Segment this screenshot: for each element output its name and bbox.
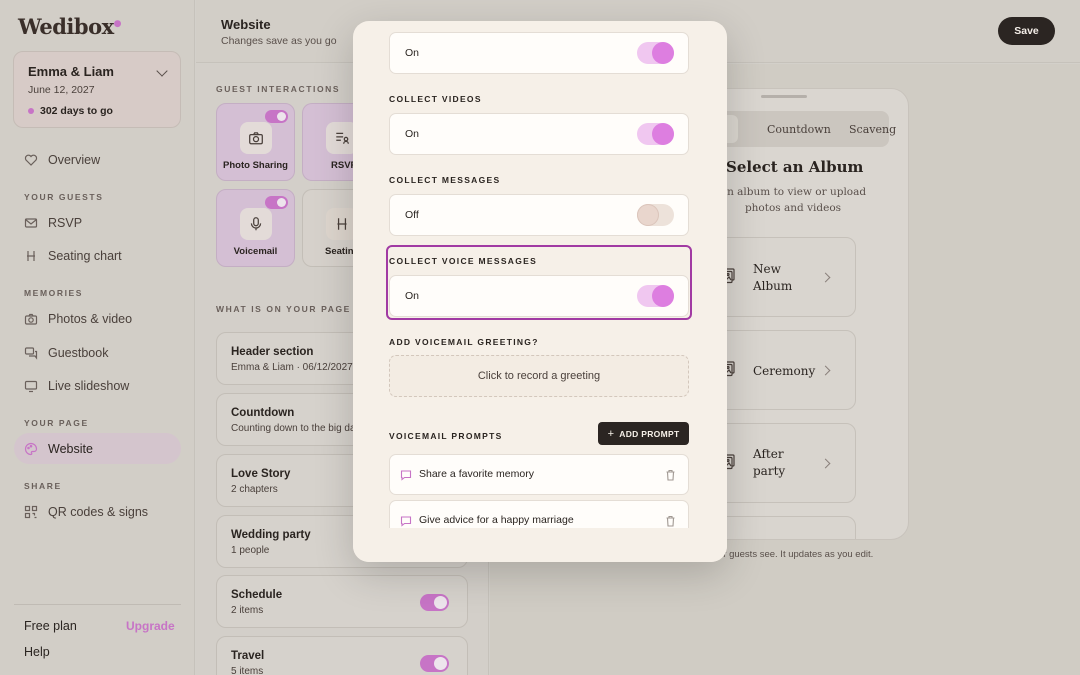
album-name: After party [753,447,786,478]
album-name: Ceremony [753,364,816,378]
card-subtitle: 5 items [231,666,264,675]
row-value: On [405,47,420,59]
section-toggle[interactable] [420,655,449,672]
row-value: Off [405,209,419,221]
collect-messages-label: COLLECT MESSAGES [389,175,501,185]
collect-videos-label: COLLECT VIDEOS [389,94,482,104]
sidebar: Wedibox● Emma & Liam June 12, 2027 302 d… [0,0,195,675]
chair-icon [24,249,38,263]
preview-caption: ur guests see. It updates as you edit. [718,549,874,560]
save-button[interactable]: Save [998,17,1055,45]
page-subtitle: Changes save as you go [221,35,337,47]
sidebar-item-label: RSVP [48,215,83,230]
section-card-travel[interactable]: Travel 5 items [216,636,468,675]
voicemail-settings-modal: On COLLECT VIDEOS On COLLECT MESSAGES Of… [353,21,727,562]
heart-icon [24,153,38,167]
sidebar-item-label: Live slideshow [48,378,130,393]
microphone-icon [240,208,272,240]
card-subtitle: 2 items [231,605,264,616]
sidebar-item-guestbook[interactable]: Guestbook [14,337,181,368]
chevron-right-icon [820,365,831,376]
sidebar-item-label: Overview [48,152,101,167]
status-dot [28,108,34,114]
sidebar-item-rsvp[interactable]: RSVP [14,207,181,238]
phone-tab-countdown[interactable]: Countdown [767,123,831,136]
collect-voice-row[interactable]: On [389,275,689,317]
collect-photos-row[interactable]: On [389,32,689,74]
greeting-label: ADD VOICEMAIL GREETING? [389,337,539,347]
collect-videos-row[interactable]: On [389,113,689,155]
modal-bottom-padding [353,528,727,562]
tile-toggle[interactable] [265,110,288,123]
event-date: June 12, 2027 [28,84,95,96]
album-name: New Album [753,262,793,293]
phone-notch [761,95,807,98]
prompt-text: Give advice for a happy marriage [419,514,574,526]
sidebar-item-label: Photos & video [48,311,133,326]
help-link[interactable]: Help [24,645,50,659]
camera-icon [24,312,38,326]
message-icon [400,468,412,486]
event-switcher[interactable]: Emma & Liam June 12, 2027 302 days to go [13,51,181,128]
prompt-row[interactable]: Share a favorite memory [389,454,689,495]
row-value: On [405,128,420,140]
record-greeting-button[interactable]: Click to record a greeting [389,355,689,397]
phone-tab-bar: red Countdown Scaveng [701,111,896,147]
tile-toggle[interactable] [265,196,288,209]
upgrade-link[interactable]: Upgrade [126,619,175,633]
sidebar-item-label: QR codes & signs [48,504,149,519]
camera-icon [240,122,272,154]
sidebar-item-live-slideshow[interactable]: Live slideshow [14,370,181,401]
sidebar-item-qr-codes[interactable]: QR codes & signs [14,496,181,527]
monitor-icon [24,379,38,393]
guest-interactions-label: GUEST INTERACTIONS [216,84,341,94]
phone-tab-scavenger[interactable]: Scaveng [849,123,896,136]
sidebar-item-label: Website [48,441,93,456]
phone-heading: Select an Album [726,158,864,176]
trash-icon[interactable] [665,468,676,486]
app-logo[interactable]: Wedibox● [18,14,121,39]
qr-code-icon [24,505,38,519]
chat-bubbles-icon [24,346,38,360]
tile-photo-sharing[interactable]: Photo Sharing [216,103,295,181]
sidebar-item-label: Guestbook [48,345,109,360]
palette-icon [24,442,38,456]
on-page-label: WHAT IS ON YOUR PAGE [216,304,351,314]
collect-voice-label: COLLECT VOICE MESSAGES [389,256,538,266]
sidebar-item-seating-chart[interactable]: Seating chart [14,240,181,271]
add-prompt-button[interactable]: + ADD PROMPT [598,422,689,445]
collect-messages-toggle[interactable] [637,204,674,226]
collect-voice-toggle[interactable] [637,285,674,307]
section-card-schedule[interactable]: Schedule 2 items [216,575,468,628]
sidebar-item-photos-video[interactable]: Photos & video [14,303,181,334]
plan-label: Free plan [24,619,77,633]
section-toggle[interactable] [420,594,449,611]
collect-videos-toggle[interactable] [637,123,674,145]
nav-section-memories: MEMORIES [24,288,84,298]
divider [14,604,181,605]
nav-section-share: SHARE [24,481,62,491]
sidebar-item-overview[interactable]: Overview [14,144,181,175]
envelope-icon [24,216,38,230]
collect-photos-toggle[interactable] [637,42,674,64]
tile-label: Photo Sharing [223,160,288,171]
event-countdown: 302 days to go [40,105,113,117]
tile-voicemail[interactable]: Voicemail [216,189,295,267]
tile-label: Voicemail [233,246,278,257]
chevron-right-icon [820,458,831,469]
phone-preview: red Countdown Scaveng Select an Album se… [700,88,909,540]
sidebar-item-website[interactable]: Website [14,433,181,464]
sidebar-item-label: Seating chart [48,248,122,263]
nav-section-guests: YOUR GUESTS [24,192,104,202]
event-names: Emma & Liam [28,64,114,79]
prompt-text: Share a favorite memory [419,468,534,480]
collect-messages-row[interactable]: Off [389,194,689,236]
plus-icon: + [607,427,615,440]
chevron-right-icon [820,272,831,283]
row-value: On [405,290,420,302]
prompts-label: VOICEMAIL PROMPTS [389,431,503,441]
page-title: Website [221,17,271,32]
nav-section-your-page: YOUR PAGE [24,418,89,428]
